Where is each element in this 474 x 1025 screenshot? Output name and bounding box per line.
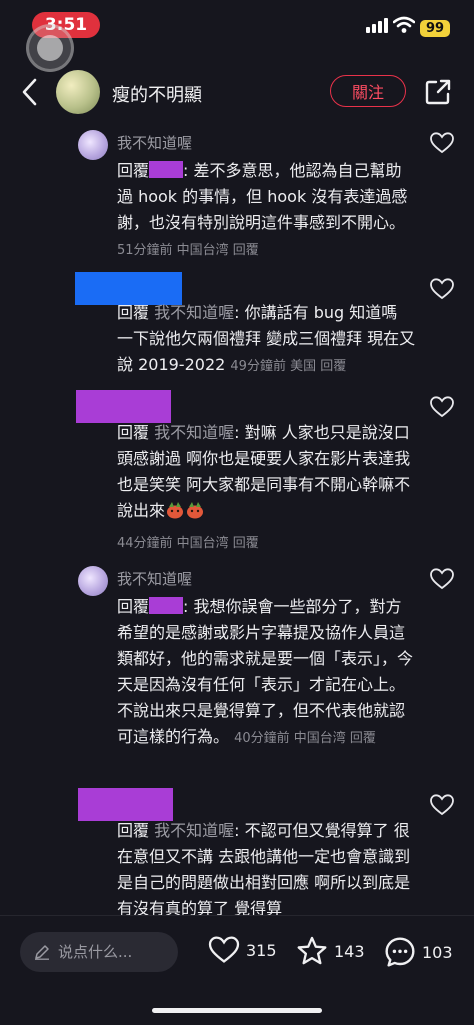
redacted-username xyxy=(149,597,184,614)
comment-body[interactable]: 回覆 我不知道喔: 不認可但又覺得算了 很在意但又不講 去跟他講他一定也會意識到… xyxy=(117,818,417,915)
author-name[interactable]: 瘦的不明顯 xyxy=(112,81,202,107)
commenter-avatar[interactable] xyxy=(78,566,108,596)
pencil-icon xyxy=(35,945,49,960)
comment-stat[interactable]: 103 xyxy=(384,936,453,968)
star-icon[interactable] xyxy=(296,936,328,966)
comment-meta: 40分鐘前 中国台湾 回覆 xyxy=(234,731,376,746)
wifi-icon xyxy=(393,16,415,33)
like-heart-icon[interactable] xyxy=(430,794,454,816)
emoji-icon xyxy=(167,502,184,519)
like-stat[interactable]: 315 xyxy=(208,936,277,964)
comment-input-box[interactable] xyxy=(20,932,178,972)
cellular-signal-icon xyxy=(366,18,388,33)
commenter-name[interactable]: 我不知道喔 xyxy=(117,132,192,153)
comment-body[interactable]: 回覆: 差不多意思，他認為自己幫助過 hook 的事情，但 hook 沒有表達過… xyxy=(117,158,417,264)
like-heart-icon[interactable] xyxy=(430,278,454,300)
commenter-name[interactable]: 我不知道喔 xyxy=(117,568,192,589)
comment-meta: 49分鐘前 美国 回覆 xyxy=(230,359,347,374)
reply-comment: 我不知道喔 回覆: 我想你誤會一些部分了，對方希望的是感謝或影片字幕提及協作人員… xyxy=(0,564,474,784)
follow-button[interactable]: 關注 xyxy=(330,75,406,107)
reply-comment: 回覆 我不知道喔: 不認可但又覺得算了 很在意但又不講 去跟他講他一定也會意識到… xyxy=(0,784,474,915)
share-icon[interactable] xyxy=(424,78,452,106)
favorite-count: 143 xyxy=(334,941,365,961)
like-count: 315 xyxy=(246,940,277,960)
status-bar: 3:51 99 xyxy=(0,0,474,72)
reply-comment: 回覆 我不知道喔: 對嘛 人家也只是說沒口頭感謝過 啊你也是硬要人家在影片表達我… xyxy=(0,386,474,558)
redacted-avatar-block xyxy=(76,390,171,423)
comment-body[interactable]: 回覆: 我想你誤會一些部分了，對方希望的是感謝或影片字幕提及協作人員這類都好，他… xyxy=(117,594,417,752)
nav-header: 瘦的不明顯 關注 xyxy=(0,58,474,128)
comment-meta: 51分鐘前 中国台湾 回覆 xyxy=(117,243,259,258)
like-heart-icon[interactable] xyxy=(430,568,454,590)
comment-meta: 44分鐘前 中国台湾 回覆 xyxy=(117,536,259,551)
comment-input[interactable] xyxy=(58,943,168,961)
like-heart-icon[interactable] xyxy=(430,396,454,418)
comment-count: 103 xyxy=(422,942,453,962)
author-avatar[interactable] xyxy=(56,70,100,114)
like-heart-icon[interactable] xyxy=(208,936,240,964)
back-arrow-icon[interactable] xyxy=(14,74,46,110)
battery-indicator: 99 xyxy=(420,20,450,37)
reply-comment: 回覆 我不知道喔: 你講話有 bug 知道嗎 一下說他欠兩個禮拜 變成三個禮拜 … xyxy=(0,268,474,386)
bottom-action-bar: 315 143 103 xyxy=(0,915,474,1025)
like-heart-icon[interactable] xyxy=(430,132,454,154)
emoji-icon xyxy=(187,502,204,519)
redacted-username xyxy=(149,161,184,178)
reply-comment: 我不知道喔 回覆: 差不多意思，他認為自己幫助過 hook 的事情，但 hook… xyxy=(0,128,474,268)
home-indicator[interactable] xyxy=(152,1008,322,1013)
commenter-avatar[interactable] xyxy=(78,130,108,160)
favorite-stat[interactable]: 143 xyxy=(296,936,365,966)
comment-body[interactable]: 回覆 我不知道喔: 對嘛 人家也只是說沒口頭感謝過 啊你也是硬要人家在影片表達我… xyxy=(117,420,417,524)
comment-bubble-icon[interactable] xyxy=(384,936,416,968)
comment-body[interactable]: 回覆 我不知道喔: 你講話有 bug 知道嗎 一下說他欠兩個禮拜 變成三個禮拜 … xyxy=(117,300,417,380)
redacted-avatar-block xyxy=(78,788,173,821)
